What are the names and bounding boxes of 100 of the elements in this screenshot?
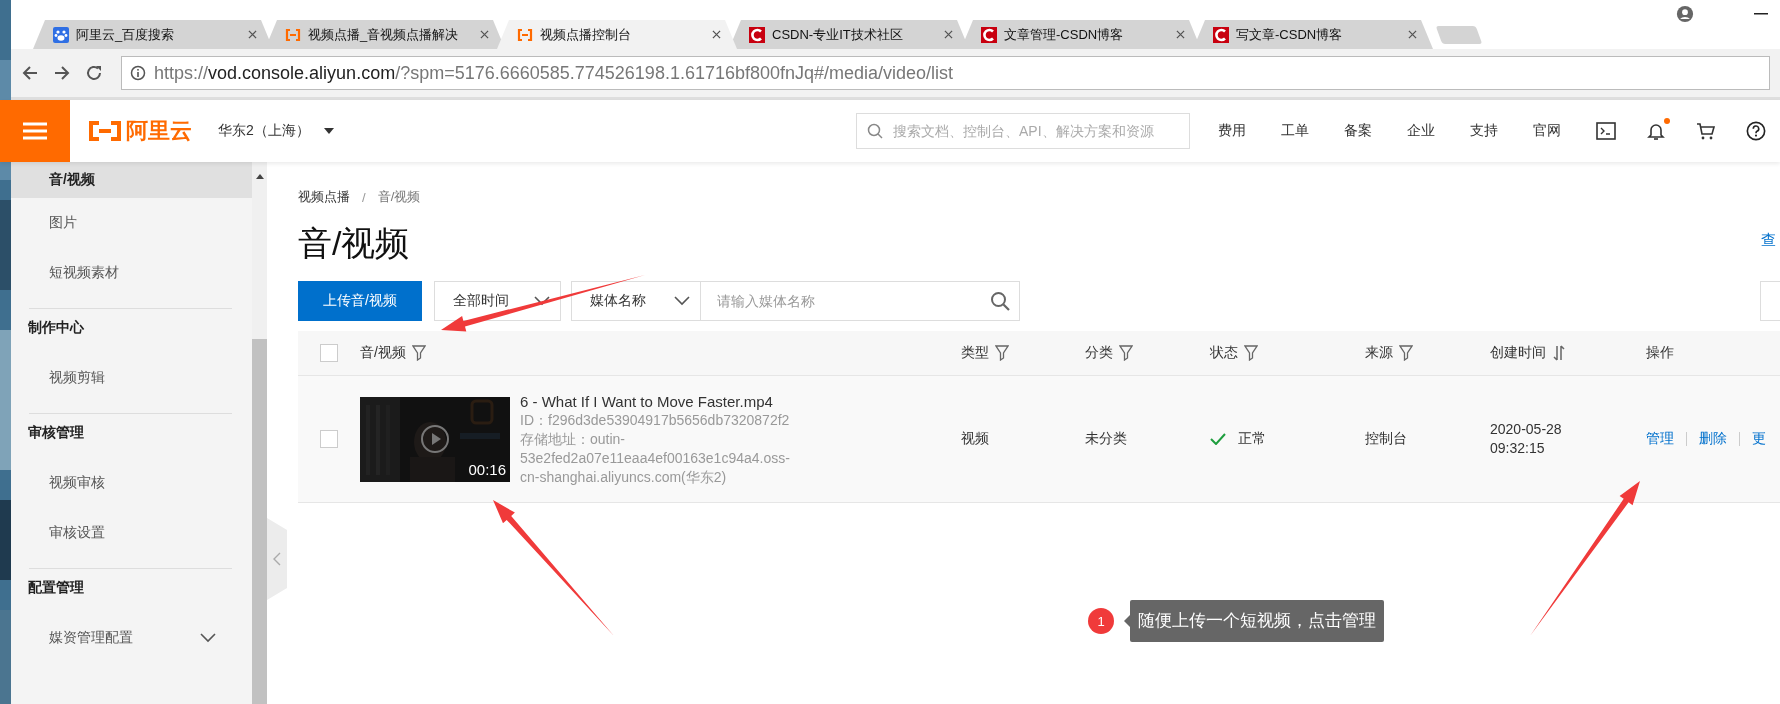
- url-text: https://vod.console.aliyun.com/?spm=5176.6660585.774526198.1.61716bf800fnJq#/media/video/list: [154, 62, 954, 84]
- bracket-logo-icon: [285, 26, 301, 43]
- checkbox[interactable]: [320, 430, 338, 448]
- paw-icon: [53, 26, 69, 43]
- table-cell: 视频: [961, 430, 989, 448]
- sidebar-item[interactable]: 短视频素材: [11, 248, 252, 298]
- tab-title: 视频点播控制台: [540, 25, 632, 44]
- sidebar-item[interactable]: 图片: [11, 198, 252, 248]
- storage-address: 存储地址：outin-53e2fed2a07e11eaa4ef00163e1c94a4.oss-cn-shanghai.aliyuncs.com(华东2): [520, 429, 790, 487]
- nav-link[interactable]: 企业: [1407, 122, 1435, 140]
- sidebar-heading: 制作中心: [27, 318, 85, 337]
- search-icon: [867, 123, 883, 139]
- close-icon[interactable]: [712, 30, 721, 39]
- status-text: 正常: [1238, 430, 1266, 448]
- scroll-up-icon[interactable]: [255, 174, 264, 179]
- sidebar-item[interactable]: 视频审核: [11, 458, 252, 508]
- search-field[interactable]: 请输入媒体名称: [700, 281, 1020, 321]
- bell-icon[interactable]: [1646, 121, 1666, 141]
- table-cell: 控制台: [1365, 430, 1407, 448]
- forward-icon[interactable]: [53, 64, 71, 82]
- column-header: 音/视频: [360, 344, 406, 362]
- back-icon[interactable]: [21, 64, 39, 82]
- filter-icon[interactable]: [1399, 345, 1413, 361]
- bracket-logo-icon: [88, 120, 122, 142]
- nav-link[interactable]: 工单: [1281, 122, 1309, 140]
- page-title: 音/视频: [298, 223, 410, 264]
- browser-tab[interactable]: 视频点播控制台: [497, 20, 737, 49]
- sidebar-item[interactable]: 审核设置: [11, 508, 252, 558]
- tab-title: CSDN-专业IT技术社区: [772, 25, 904, 44]
- address-bar[interactable]: https://vod.console.aliyun.com/?spm=5176.6660585.774526198.1.61716bf800fnJq#/media/video/list: [121, 56, 1770, 90]
- video-duration: 00:16: [468, 460, 506, 478]
- table-cell: 未分类: [1085, 430, 1127, 448]
- close-icon[interactable]: [1408, 30, 1417, 39]
- action-link[interactable]: 更: [1752, 430, 1766, 448]
- sidebar-heading: 审核管理: [27, 423, 85, 442]
- tooltip: 随便上传一个短视频，点击管理: [1124, 600, 1384, 642]
- column-header: 类型: [961, 344, 989, 362]
- time-text: 09:32:15: [1490, 439, 1545, 458]
- breadcrumb-item[interactable]: 视频点播: [298, 188, 350, 206]
- logo-icon: [981, 26, 997, 43]
- column-header: 状态: [1210, 344, 1238, 362]
- column-header: 创建时间: [1490, 344, 1546, 362]
- chevron-icon: [674, 296, 690, 306]
- tab-title: 视频点播_音视频点播解决: [308, 25, 460, 44]
- info-icon: [130, 65, 146, 81]
- search-field[interactable]: 搜索文档、控制台、API、解决方案和资源: [856, 113, 1190, 149]
- column-header: 分类: [1085, 344, 1113, 362]
- breadcrumb-separator: /: [362, 189, 366, 205]
- filter-icon[interactable]: [411, 345, 426, 361]
- help-icon[interactable]: [1746, 121, 1766, 141]
- media-dropdown[interactable]: 媒体名称: [571, 281, 700, 321]
- close-icon[interactable]: [1176, 30, 1185, 39]
- upload-button[interactable]: 上传音/视频: [298, 281, 422, 321]
- tab-title: 写文章-CSDN博客: [1236, 25, 1344, 44]
- column-header: 操作: [1646, 344, 1674, 362]
- search-input[interactable]: 搜索文档、控制台、API、解决方案和资源: [891, 122, 1179, 140]
- play-icon[interactable]: [420, 423, 450, 454]
- menu-button[interactable]: [0, 100, 70, 162]
- reload-icon[interactable]: [85, 64, 103, 82]
- filter-icon[interactable]: [995, 345, 1009, 361]
- tab-title: 文章管理-CSDN博客: [1004, 25, 1125, 44]
- action-link[interactable]: 删除: [1699, 430, 1727, 448]
- help-link[interactable]: 查: [1761, 231, 1776, 250]
- logo-text: 阿里云: [126, 117, 192, 145]
- scrollbar[interactable]: [252, 162, 267, 704]
- tab-title: 阿里云_百度搜索: [76, 25, 176, 44]
- media-name: 6 - What If I Want to Move Faster.mp4: [520, 391, 774, 411]
- time-dropdown[interactable]: 全部时间: [434, 281, 561, 321]
- sidebar-item[interactable]: 视频剪辑: [11, 353, 252, 403]
- sidebar-item[interactable]: 媒资管理配置: [11, 613, 252, 663]
- bracket-logo-icon: [517, 26, 533, 43]
- sidebar-heading: 配置管理: [27, 578, 85, 597]
- nav-link[interactable]: 官网: [1533, 122, 1561, 140]
- filter-icon[interactable]: [1244, 345, 1258, 361]
- breadcrumb-item: 音/视频: [377, 188, 421, 206]
- minimize-icon[interactable]: [1754, 13, 1768, 15]
- close-icon[interactable]: [944, 30, 953, 39]
- terminal-icon[interactable]: [1596, 121, 1616, 141]
- caret-icon: [323, 128, 334, 134]
- close-icon[interactable]: [248, 30, 257, 39]
- cart-icon[interactable]: [1696, 121, 1716, 141]
- checkbox[interactable]: [320, 344, 338, 362]
- action-link[interactable]: 管理: [1646, 430, 1674, 448]
- nav-link[interactable]: 支持: [1470, 122, 1498, 140]
- user-icon[interactable]: [1676, 5, 1694, 23]
- date-text: 2020-05-28: [1490, 420, 1562, 439]
- nav-link[interactable]: 备案: [1344, 122, 1372, 140]
- logo-icon: [749, 26, 765, 43]
- search-icon[interactable]: [990, 291, 1010, 311]
- menu-icon: [23, 122, 47, 140]
- sort-icon[interactable]: [1552, 345, 1566, 361]
- close-icon[interactable]: [480, 30, 489, 39]
- chevron-icon: [273, 552, 281, 566]
- media-id: ID：f296d3de53904917b5656db7320872f2: [520, 410, 790, 430]
- filter-icon[interactable]: [1119, 345, 1133, 361]
- region-dropdown[interactable]: 华东2（上海）: [218, 122, 334, 140]
- nav-link[interactable]: 费用: [1218, 122, 1246, 140]
- column-header: 来源: [1365, 344, 1393, 362]
- sidebar-item[interactable]: 音/视频: [11, 162, 252, 198]
- chevron-icon: [534, 296, 550, 306]
